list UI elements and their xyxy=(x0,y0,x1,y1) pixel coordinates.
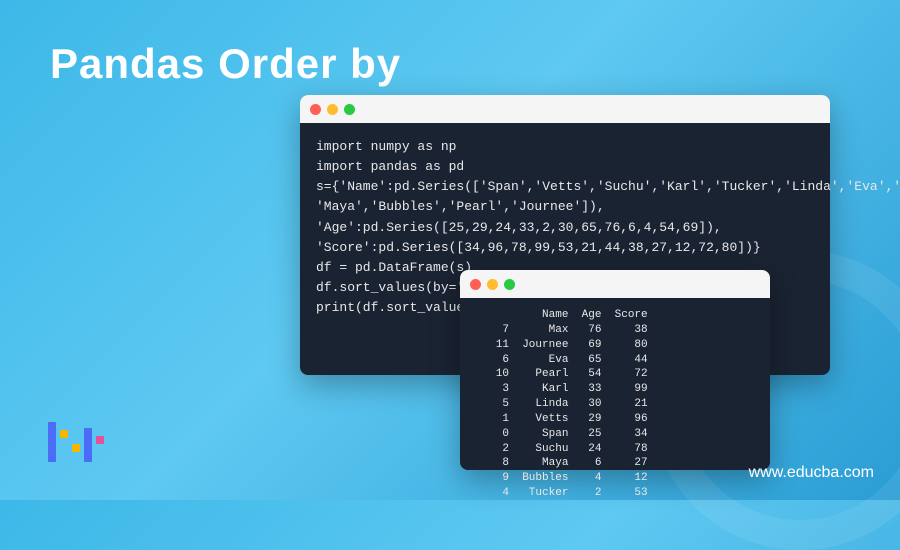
site-url: www.educba.com xyxy=(749,464,874,482)
minimize-icon xyxy=(487,279,498,290)
output-table: Name Age Score 7 Max 76 38 11 Journee 69… xyxy=(460,298,770,511)
logo-bar-icon xyxy=(48,422,56,462)
brand-logo xyxy=(48,412,104,462)
window-titlebar xyxy=(460,270,770,298)
window-titlebar xyxy=(300,95,830,123)
close-icon xyxy=(470,279,481,290)
maximize-icon xyxy=(504,279,515,290)
logo-bar-icon xyxy=(84,428,92,462)
logo-bar-icon xyxy=(96,436,104,444)
logo-bar-icon xyxy=(60,430,68,438)
logo-bar-icon xyxy=(72,444,80,452)
close-icon xyxy=(310,104,321,115)
maximize-icon xyxy=(344,104,355,115)
page-title: Pandas Order by xyxy=(50,40,401,88)
minimize-icon xyxy=(327,104,338,115)
output-window: Name Age Score 7 Max 76 38 11 Journee 69… xyxy=(460,270,770,470)
